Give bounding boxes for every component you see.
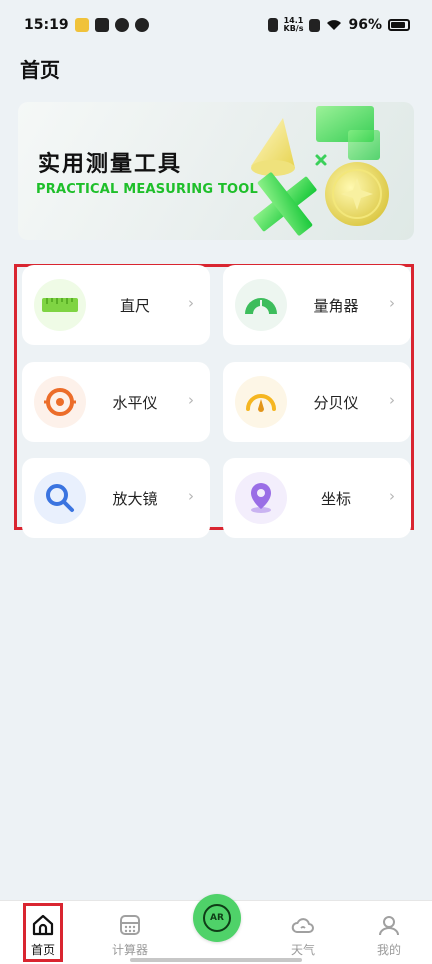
promo-banner[interactable]: 实用测量工具 PRACTICAL MEASURING TOOL — [18, 102, 414, 240]
nav-item-calculator[interactable]: 计算器 — [95, 901, 165, 964]
tool-label: 量角器 — [313, 297, 359, 315]
nav-item-weather[interactable]: 天气 — [268, 901, 338, 964]
chevron-right-icon: › — [188, 487, 194, 505]
vibrate-icon — [267, 18, 278, 32]
chevron-right-icon: › — [188, 294, 194, 312]
tool-card-magnifier[interactable]: 放大镜 › — [22, 458, 210, 538]
calculator-icon — [120, 915, 140, 935]
cloud-icon — [291, 918, 314, 933]
chevron-right-icon: › — [389, 391, 395, 409]
banner-illustration — [251, 106, 389, 236]
tool-card-protractor[interactable]: 量角器 › — [223, 265, 411, 345]
ar-button[interactable]: AR — [193, 894, 241, 942]
battery-percent: 96% — [348, 17, 382, 33]
banner-title: 实用测量工具 — [38, 152, 183, 177]
tool-card-level[interactable]: 水平仪 › — [22, 362, 210, 442]
nav-item-profile[interactable]: 我的 — [354, 901, 424, 964]
status-left: 15:19 — [24, 17, 149, 33]
tool-card-decibel[interactable]: 分贝仪 › — [223, 362, 411, 442]
ar-icon: AR — [203, 904, 231, 932]
calendar-notification-icon — [94, 18, 109, 32]
home-tab-highlight — [23, 903, 63, 962]
chevron-right-icon: › — [389, 487, 395, 505]
tool-label: 分贝仪 — [313, 394, 359, 412]
nav-label: 天气 — [290, 943, 315, 957]
tools-grid-highlight: 直尺 › 量角器 › 水平仪 › 分贝仪 › 放大镜 › 坐标 › — [14, 264, 414, 538]
flower-notification-icon — [134, 18, 149, 32]
status-bar: 15:19 14.1 KB/s 96% — [0, 0, 432, 50]
user-icon — [379, 916, 399, 936]
tool-card-ruler[interactable]: 直尺 › — [22, 265, 210, 345]
tool-card-coordinate[interactable]: 坐标 › — [223, 458, 411, 538]
battery-icon — [388, 19, 410, 31]
status-time: 15:19 — [24, 17, 69, 33]
chevron-right-icon: › — [188, 391, 194, 409]
home-indicator[interactable] — [130, 958, 302, 962]
sim-icon — [309, 18, 321, 32]
tool-label: 直尺 — [119, 297, 150, 315]
nav-label: 我的 — [376, 943, 401, 957]
net-speed-unit: KB/s — [283, 24, 304, 33]
wifi-icon — [327, 20, 342, 30]
app-notification-icon — [74, 18, 89, 32]
page-title: 首页 — [20, 58, 60, 82]
chevron-right-icon: › — [389, 294, 395, 312]
tool-label: 水平仪 — [112, 394, 158, 412]
nav-label: 计算器 — [111, 943, 148, 957]
sync-notification-icon — [114, 18, 129, 32]
tool-label: 坐标 — [320, 490, 351, 508]
net-speed: 14.1 KB/s — [284, 17, 304, 33]
status-right: 14.1 KB/s 96% — [267, 17, 410, 33]
tool-label: 放大镜 — [112, 490, 158, 508]
